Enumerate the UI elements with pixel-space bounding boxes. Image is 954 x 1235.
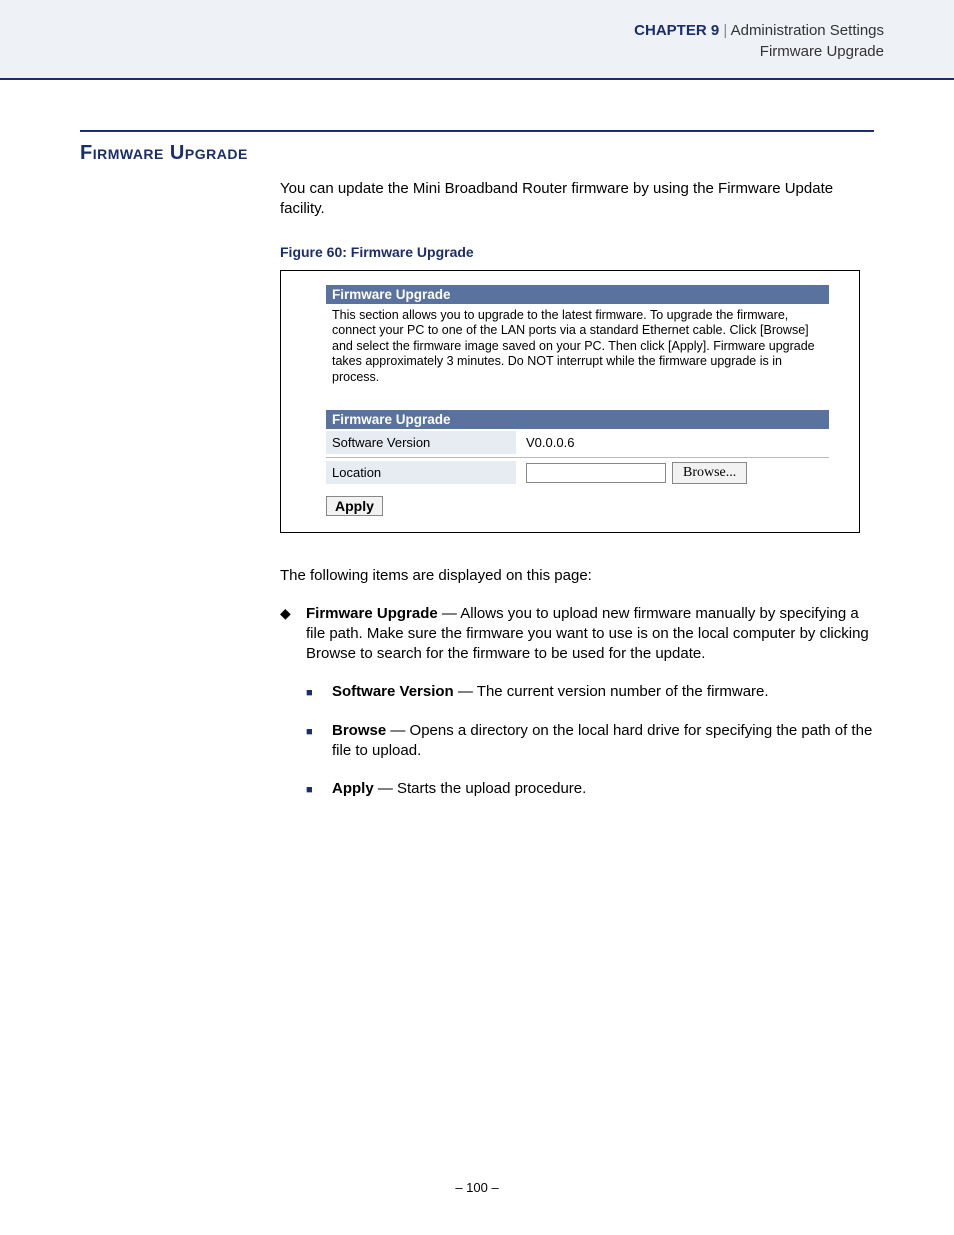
- section-divider: [80, 130, 874, 132]
- term-firmware-upgrade: Firmware Upgrade: [306, 605, 438, 622]
- panel-header-form: Firmware Upgrade: [326, 410, 829, 429]
- list-item: ■ Apply — Starts the upload procedure.: [306, 779, 874, 799]
- panel-header-top: Firmware Upgrade: [326, 285, 829, 304]
- diamond-bullet-icon: ◆: [280, 604, 306, 818]
- square-bullet-icon: ■: [306, 721, 332, 762]
- square-bullet-icon: ■: [306, 779, 332, 799]
- figure-screenshot: Firmware Upgrade This section allows you…: [280, 270, 860, 533]
- intro-paragraph: You can update the Mini Broadband Router…: [280, 179, 874, 220]
- following-intro: The following items are displayed on thi…: [280, 567, 874, 584]
- software-version-value: V0.0.0.6: [516, 431, 829, 454]
- page-header: CHAPTER 9 | Administration Settings Firm…: [0, 0, 954, 80]
- list-item: ■ Browse — Opens a directory on the loca…: [306, 721, 874, 762]
- file-path-input[interactable]: [526, 463, 666, 483]
- location-value: Browse...: [516, 458, 829, 488]
- panel-description: This section allows you to upgrade to th…: [326, 304, 829, 392]
- list-item: ■ Software Version — The current version…: [306, 682, 874, 702]
- location-row: Location Browse...: [326, 457, 829, 488]
- text-apply: — Starts the upload procedure.: [374, 780, 587, 797]
- apply-row: Apply: [326, 488, 829, 516]
- text-browse: — Opens a directory on the local hard dr…: [332, 722, 872, 759]
- chapter-label: CHAPTER 9: [634, 22, 719, 39]
- header-separator: |: [723, 22, 727, 39]
- term-browse: Browse: [332, 722, 386, 739]
- page-number: – 100 –: [0, 1180, 954, 1195]
- square-bullet-icon: ■: [306, 682, 332, 702]
- bullet-list: ◆ Firmware Upgrade — Allows you to uploa…: [280, 604, 874, 818]
- software-version-label: Software Version: [326, 431, 516, 454]
- header-subsection: Firmware Upgrade: [70, 41, 884, 62]
- figure-caption: Figure 60: Firmware Upgrade: [280, 244, 874, 260]
- list-item: ◆ Firmware Upgrade — Allows you to uploa…: [280, 604, 874, 818]
- page-content: Firmware Upgrade You can update the Mini…: [0, 80, 954, 817]
- apply-button[interactable]: Apply: [326, 496, 383, 516]
- software-version-row: Software Version V0.0.0.6: [326, 429, 829, 457]
- browse-button[interactable]: Browse...: [672, 462, 747, 484]
- header-subject: Administration Settings: [731, 22, 884, 39]
- location-label: Location: [326, 461, 516, 484]
- term-apply: Apply: [332, 780, 374, 797]
- section-heading: Firmware Upgrade: [80, 142, 874, 165]
- term-software-version: Software Version: [332, 683, 454, 700]
- text-software-version: — The current version number of the firm…: [454, 683, 769, 700]
- list-item-body: Firmware Upgrade — Allows you to upload …: [306, 604, 874, 818]
